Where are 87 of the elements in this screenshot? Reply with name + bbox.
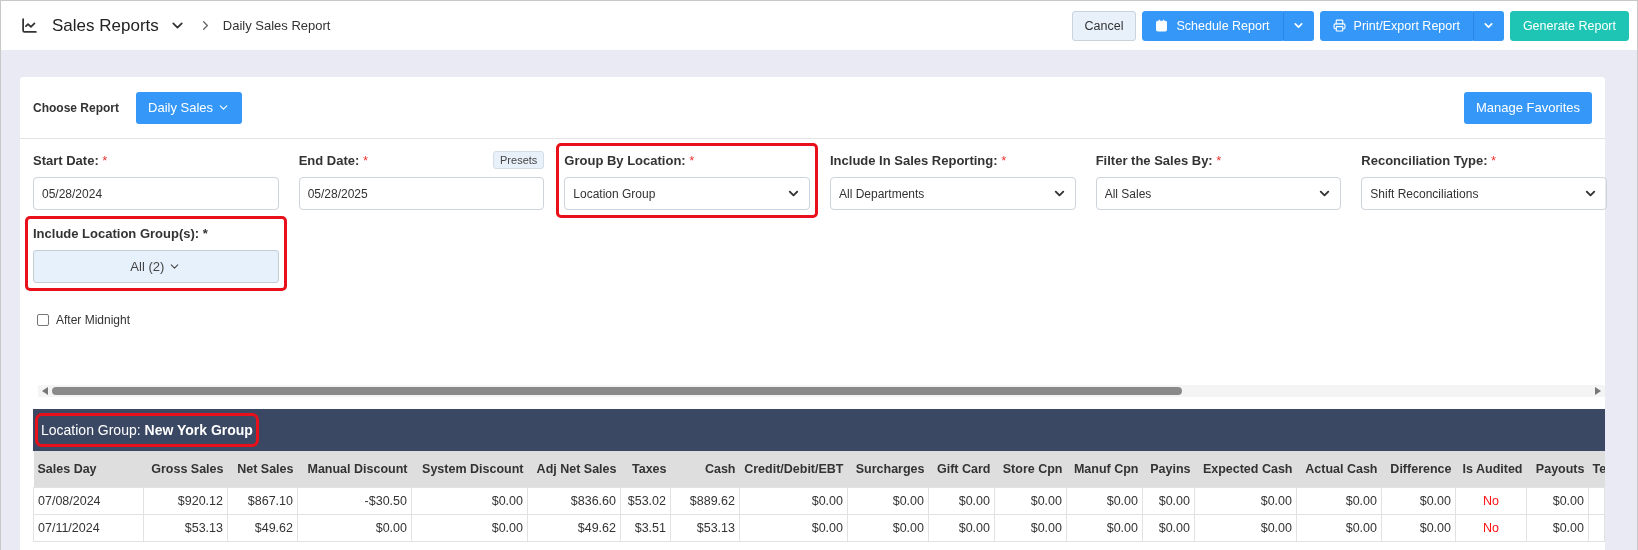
table-cell: $0.00	[1194, 487, 1297, 514]
table-cell: $0.00	[1296, 514, 1382, 541]
column-header[interactable]: Payouts	[1526, 451, 1589, 487]
field-label: End Date: *	[298, 152, 368, 168]
table-cell: $0.00	[1296, 487, 1382, 514]
table-cell: $0.00	[994, 514, 1067, 541]
table-cell: $0.00	[739, 514, 848, 541]
table-cell: $920.12	[143, 487, 228, 514]
select-field[interactable]: Location Group	[564, 177, 810, 210]
column-header[interactable]: Manuf Cpn	[1066, 451, 1143, 487]
table-cell: $0.00	[1194, 514, 1297, 541]
table-cell: -$30.50	[297, 487, 412, 514]
table-cell: $889.62	[670, 487, 740, 514]
column-header[interactable]: Payins	[1142, 451, 1195, 487]
column-header[interactable]: Sales Day	[33, 451, 144, 487]
select-field[interactable]: All Departments	[830, 177, 1076, 210]
table-cell: $0.00	[1066, 514, 1143, 541]
page-title: Sales Reports	[52, 15, 159, 36]
column-header[interactable]: Expected Cash	[1194, 451, 1297, 487]
table-cell: $0.00	[1142, 487, 1195, 514]
scroll-right-icon[interactable]	[1595, 387, 1601, 395]
column-header[interactable]: Surcharges	[847, 451, 929, 487]
dropdown-button[interactable]: All (2)	[33, 250, 279, 283]
printer-icon	[1332, 19, 1346, 32]
table-cell: $0.00	[1066, 487, 1143, 514]
table-cell: No	[1455, 514, 1527, 541]
field-label: Include Location Group(s): *	[33, 225, 208, 241]
dropdown-toggle[interactable]	[1472, 10, 1504, 41]
table-cell: $0.00	[1526, 487, 1589, 514]
presets-button[interactable]: Presets	[493, 151, 545, 169]
table-cell: 07/08/2024	[33, 487, 144, 514]
cancel-button[interactable]: Cancel	[1071, 10, 1137, 41]
breadcrumb: Daily Sales Report	[222, 18, 331, 33]
table-cell: $0.00	[928, 487, 995, 514]
table-cell: $0.00	[928, 514, 995, 541]
column-header[interactable]: Credit/Debit/EBT	[739, 451, 848, 487]
table-cell: $0.00	[847, 487, 929, 514]
table-cell: $0.00	[1381, 514, 1456, 541]
field-label: Include In Sales Reporting: *	[830, 152, 1007, 168]
date-field[interactable]: 05/28/2024	[33, 177, 279, 210]
table-cell: $53.13	[670, 514, 740, 541]
column-header[interactable]: Manual Discount	[297, 451, 412, 487]
column-header[interactable]: Gift Card	[928, 451, 995, 487]
choose-report-label: Choose Report	[33, 100, 119, 115]
field-label: Start Date: *	[33, 152, 108, 168]
horizontal-scrollbar[interactable]	[38, 385, 1605, 397]
table-cell: $0.00	[411, 487, 528, 514]
table-cell: $0.00	[1142, 514, 1195, 541]
field-label: Reconciliation Type: *	[1361, 152, 1497, 168]
table-cell: $0.00	[411, 514, 528, 541]
column-header[interactable]: Taxes	[620, 451, 671, 487]
table-cell: $49.62	[227, 514, 298, 541]
date-field[interactable]: 05/28/2025	[298, 177, 545, 210]
column-header[interactable]: Store Cpn	[994, 451, 1067, 487]
group-title: Location Group: New York Group	[38, 416, 256, 444]
calendar-icon	[1155, 19, 1169, 32]
field-label: Filter the Sales By: *	[1095, 152, 1222, 168]
select-field[interactable]: All Sales	[1095, 177, 1342, 210]
table-cell: $0.00	[994, 487, 1067, 514]
table-cell: $3.51	[620, 514, 671, 541]
column-header[interactable]: Is Audited	[1455, 451, 1527, 487]
select-field[interactable]: Shift Reconciliations	[1361, 177, 1607, 210]
table-cell: $836.60	[527, 487, 621, 514]
table-cell: No	[1455, 487, 1527, 514]
column-header[interactable]: Net Sales	[227, 451, 298, 487]
field-label: Group By Location: *	[564, 152, 695, 168]
column-header[interactable]: Adj Net Sales	[527, 451, 621, 487]
checkbox[interactable]	[37, 314, 49, 326]
line-chart-icon	[21, 17, 38, 34]
table-cell: 07/11/2024	[33, 514, 144, 541]
column-header[interactable]: Gross Sales	[143, 451, 228, 487]
table-cell: $0.00	[847, 514, 929, 541]
table-cell: $53.13	[143, 514, 228, 541]
table-cell: $53.02	[620, 487, 671, 514]
table-cell: $49.62	[527, 514, 621, 541]
column-header[interactable]: Cash	[670, 451, 740, 487]
column-header[interactable]: Difference	[1381, 451, 1456, 487]
dropdown-toggle[interactable]	[1282, 10, 1314, 41]
column-header[interactable]: System Discount	[411, 451, 528, 487]
table-cell: $0.00	[297, 514, 412, 541]
table-cell: $0.00	[1526, 514, 1589, 541]
column-header[interactable]: Actual Cash	[1296, 451, 1382, 487]
scroll-left-icon[interactable]	[42, 387, 48, 395]
table-cell: $0.00	[739, 487, 848, 514]
table-cell: $0.00	[1381, 487, 1456, 514]
checkbox-label: After Midnight	[56, 313, 131, 327]
table-cell: $867.10	[227, 487, 298, 514]
